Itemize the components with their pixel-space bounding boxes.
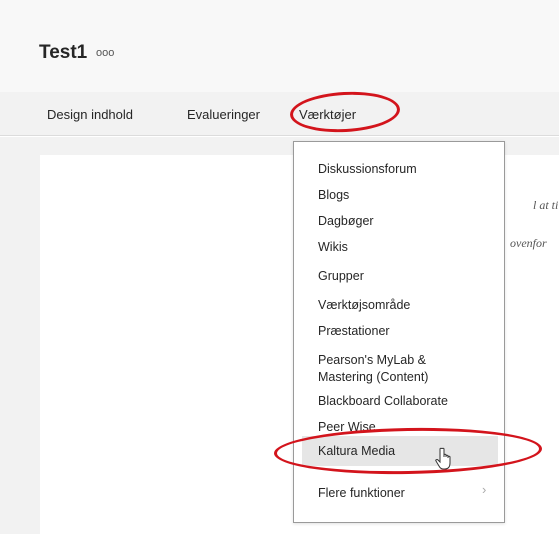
page-title: Test1 <box>39 42 88 63</box>
menu-item-grupper[interactable]: Grupper <box>318 268 364 284</box>
menu-item-pearson-mylab[interactable]: Pearson's MyLab & <box>318 352 426 368</box>
menu-item-blogs[interactable]: Blogs <box>318 187 349 203</box>
tab-evalueringer[interactable]: Evalueringer <box>187 107 260 122</box>
menu-item-pearson-mylab-line2[interactable]: Mastering (Content) <box>318 369 428 385</box>
chevron-right-icon[interactable]: › <box>482 482 486 497</box>
more-icon[interactable]: ooo <box>96 47 114 59</box>
menu-item-flere-funktioner[interactable]: Flere funktioner <box>318 485 405 501</box>
tab-bar: Design indhold Evalueringer Værktøjer <box>0 92 559 136</box>
content-hint-line-1: l at tilføj <box>533 198 559 212</box>
menu-item-wikis[interactable]: Wikis <box>318 239 348 255</box>
tab-design-indhold[interactable]: Design indhold <box>47 107 133 122</box>
menu-item-diskussionsforum[interactable]: Diskussionsforum <box>318 161 417 177</box>
menu-item-praestationer[interactable]: Præstationer <box>318 323 390 339</box>
menu-item-blackboard-collaborate[interactable]: Blackboard Collaborate <box>318 393 448 409</box>
content-hint-line-2: ovenfor <box>510 236 547 250</box>
menu-item-dagboger[interactable]: Dagbøger <box>318 213 374 229</box>
menu-item-vaerktojsomrade[interactable]: Værktøjsområde <box>318 297 410 313</box>
